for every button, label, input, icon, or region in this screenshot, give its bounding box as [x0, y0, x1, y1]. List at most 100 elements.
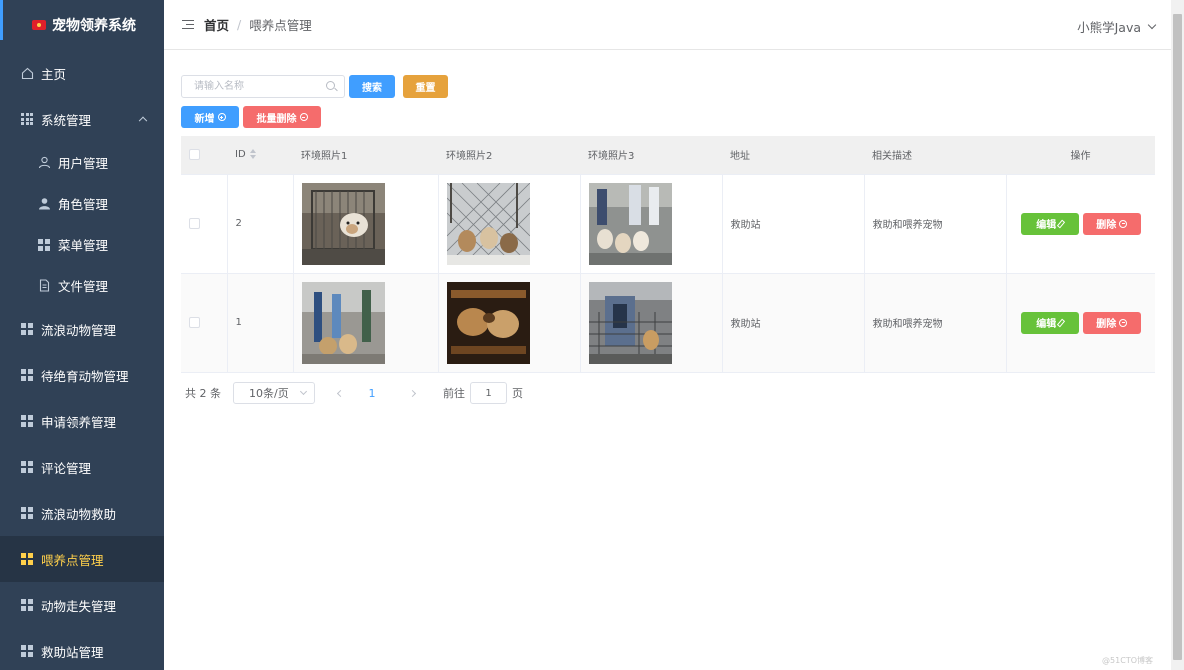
row-select-cell [181, 273, 228, 373]
breadcrumb: 首页 / 喂养点管理 [204, 15, 312, 34]
menu-icon [20, 552, 34, 566]
address-cell: 救助站 [722, 273, 865, 373]
user-icon [37, 156, 51, 170]
sidebar-item-home[interactable]: 主页 [0, 50, 164, 96]
delete-button[interactable]: 删除 [1082, 212, 1141, 235]
sidebar-item-feeding-points[interactable]: 喂养点管理 [0, 536, 164, 582]
description-cell: 救助和喂养宠物 [864, 273, 1007, 373]
sidebar-item-label: 用户管理 [58, 156, 109, 171]
edit-button[interactable]: 编辑 [1020, 311, 1079, 334]
environment-photo[interactable] [446, 281, 530, 364]
table-header-row: ID 环境照片1 环境照片2 环境照片3 地址 相关描述 操作 [181, 136, 1155, 175]
sidebar-item-stray-animals[interactable]: 流浪动物管理 [0, 306, 164, 352]
column-header-photo1: 环境照片1 [293, 136, 438, 175]
goto-page-input[interactable] [470, 382, 507, 404]
sidebar-item-label: 喂养点管理 [41, 552, 104, 568]
batch-delete-label: 批量删除 [256, 113, 297, 125]
environment-photo[interactable] [588, 281, 672, 364]
scrollbar-thumb[interactable] [1173, 14, 1182, 660]
page-number-current[interactable]: 1 [357, 387, 387, 400]
row-checkbox[interactable] [189, 316, 200, 328]
edit-icon [1057, 318, 1066, 327]
environment-photo[interactable] [301, 281, 385, 364]
search-input[interactable] [181, 75, 345, 98]
edit-button[interactable]: 编辑 [1020, 212, 1079, 235]
sidebar-accent [0, 0, 3, 40]
search-icon [326, 81, 335, 90]
column-header-description: 相关描述 [864, 136, 1006, 175]
chevron-up-icon [138, 116, 148, 126]
page-size-select[interactable]: 10条/页 [233, 382, 315, 404]
photo2-cell [438, 174, 581, 274]
batch-delete-button[interactable]: 批量删除 [243, 106, 321, 128]
hamburger-icon[interactable] [182, 19, 194, 30]
description-cell: 救助和喂养宠物 [864, 174, 1007, 274]
select-all-checkbox[interactable] [189, 149, 200, 160]
sidebar-item-rescue[interactable]: 流浪动物救助 [0, 490, 164, 536]
column-header-photo2: 环境照片2 [438, 136, 580, 175]
breadcrumb-home[interactable]: 首页 [204, 15, 229, 34]
sidebar-item-users[interactable]: 用户管理 [0, 142, 164, 183]
next-page-button[interactable] [397, 382, 427, 404]
actions-cell: 编辑 删除 [1006, 273, 1155, 373]
feeding-points-table: ID 环境照片1 环境照片2 环境照片3 地址 相关描述 操作 2 救助站 救助… [181, 136, 1155, 373]
sidebar-item-lost-animals[interactable]: 动物走失管理 [0, 582, 164, 628]
sidebar-item-comments[interactable]: 评论管理 [0, 444, 164, 490]
sidebar-item-label: 角色管理 [58, 197, 109, 212]
sidebar-item-adoption[interactable]: 申请领养管理 [0, 398, 164, 444]
environment-photo[interactable] [301, 182, 385, 265]
top-header: 首页 / 喂养点管理 小熊学Java [164, 0, 1171, 50]
row-checkbox[interactable] [189, 217, 200, 229]
add-button[interactable]: 新增 [181, 106, 239, 128]
reset-button[interactable]: 重置 [403, 75, 448, 98]
sidebar-item-system[interactable]: 系统管理 [0, 96, 164, 142]
sidebar-item-files[interactable]: 文件管理 [0, 265, 164, 306]
column-header-id[interactable]: ID [227, 136, 293, 175]
user-dropdown[interactable]: 小熊学Java [1077, 17, 1157, 36]
chevron-down-icon [299, 387, 308, 396]
sidebar-item-label: 动物走失管理 [41, 598, 117, 614]
page-suffix: 页 [512, 387, 523, 400]
search-button[interactable]: 搜索 [349, 75, 395, 98]
app-logo[interactable]: 宠物领养系统 [0, 0, 164, 50]
photo3-cell [580, 174, 723, 274]
minus-circle-icon [1119, 318, 1128, 327]
row-select-cell [181, 174, 228, 274]
column-header-actions: 操作 [1006, 136, 1155, 175]
plus-circle-icon [217, 113, 226, 121]
environment-photo[interactable] [588, 182, 672, 265]
sidebar-item-label: 评论管理 [41, 460, 92, 476]
sidebar-item-label: 申请领养管理 [41, 414, 117, 430]
home-icon [20, 66, 34, 80]
photo1-cell [293, 273, 439, 373]
page-size-value: 10条/页 [249, 387, 289, 400]
sidebar-item-roles[interactable]: 角色管理 [0, 183, 164, 224]
sidebar-item-label: 文件管理 [58, 279, 109, 294]
photo3-cell [580, 273, 723, 373]
sidebar-item-label: 救助站管理 [41, 644, 104, 660]
id-cell: 1 [227, 273, 294, 373]
delete-button[interactable]: 删除 [1082, 311, 1141, 334]
main-content: 搜索 重置 新增 批量删除 ID 环境照片1 环境照片2 环境照片3 地址 相关… [164, 51, 1171, 670]
app-title: 宠物领养系统 [52, 18, 136, 34]
chevron-down-icon [1147, 20, 1157, 29]
environment-photo[interactable] [446, 182, 530, 265]
photo1-cell [293, 174, 439, 274]
sidebar-item-sterilization[interactable]: 待绝育动物管理 [0, 352, 164, 398]
table-row: 2 救助站 救助和喂养宠物 编辑 删除 [181, 174, 1155, 274]
menu-icon [20, 368, 34, 382]
vertical-scrollbar[interactable] [1171, 0, 1184, 670]
sidebar-item-rescue-stations[interactable]: 救助站管理 [0, 628, 164, 670]
sidebar-item-menus[interactable]: 菜单管理 [0, 224, 164, 265]
add-button-label: 新增 [194, 113, 215, 125]
pagination-total: 共 2 条 [185, 387, 221, 400]
sidebar: 宠物领养系统 主页 系统管理 用户管理 角色管理 菜单管理 文件管理 流浪动物管… [0, 0, 164, 670]
menu-icon [20, 460, 34, 474]
select-all-cell [181, 136, 227, 175]
minus-circle-icon [1119, 219, 1128, 228]
prev-page-button[interactable] [325, 382, 355, 404]
pagination: 共 2 条 10条/页 1 前往 页 [185, 382, 523, 404]
id-cell: 2 [227, 174, 294, 274]
table-row: 1 救助站 救助和喂养宠物 编辑 删除 [181, 273, 1155, 373]
sort-icon[interactable] [249, 149, 256, 160]
